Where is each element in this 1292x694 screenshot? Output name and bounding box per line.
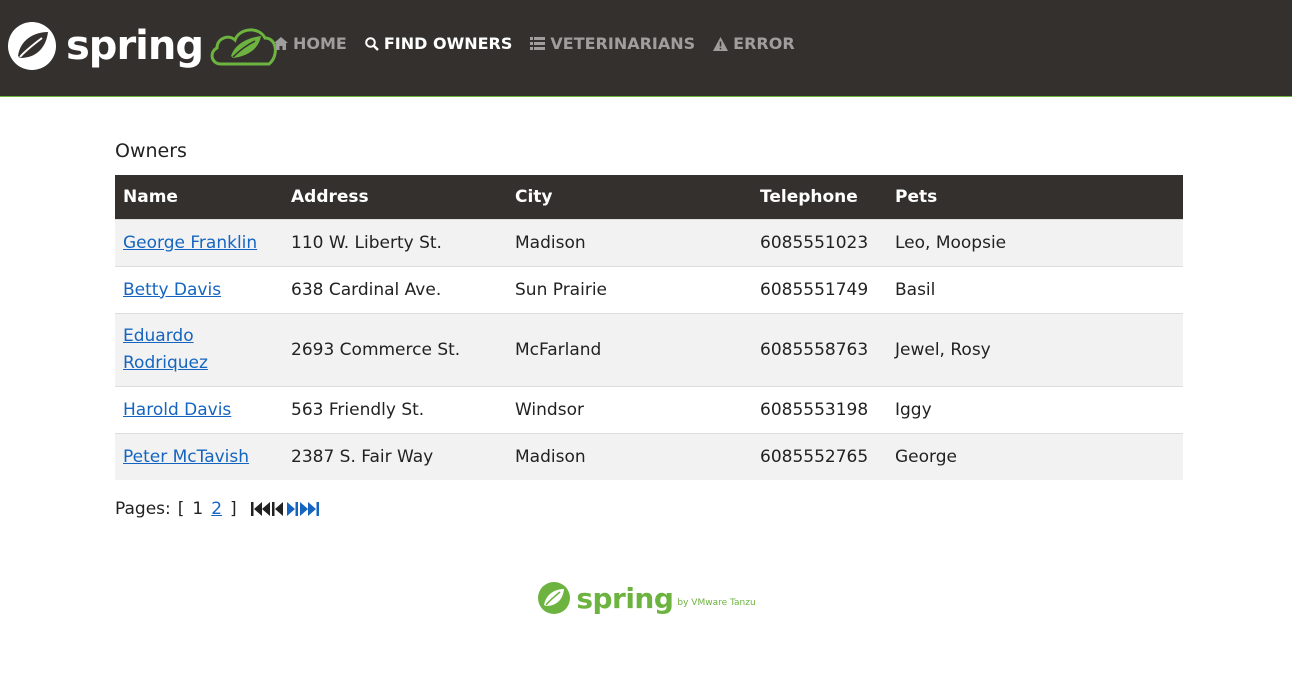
first-page-icon	[250, 501, 271, 517]
main-nav: HOME FIND OWNERS VETERINARIANS ERROR	[274, 34, 813, 53]
column-header-telephone: Telephone	[760, 187, 858, 207]
owner-name-cell: Peter McTavish	[115, 433, 283, 480]
pagination-label: Pages:	[115, 499, 171, 519]
owner-pets: Leo, Moopsie	[887, 219, 1183, 267]
pagination-open-bracket: [	[177, 499, 185, 519]
spring-cloud-leaf-icon	[210, 28, 277, 66]
owner-pets: Jewel, Rosy	[887, 313, 1183, 387]
owners-table: Name Address City Telephone Pets George …	[115, 175, 1183, 480]
owner-link[interactable]: Eduardo Rodriquez	[123, 326, 208, 373]
table-row: Harold Davis 563 Friendly St. Windsor 60…	[115, 386, 1183, 434]
owner-telephone: 6085551023	[752, 219, 887, 267]
spring-footer-logo-icon	[538, 582, 571, 614]
brand-logo[interactable]: spring	[6, 20, 281, 72]
main-content: Owners Name Address City Telephone Pets …	[115, 140, 1183, 519]
owner-pets: George	[887, 433, 1183, 480]
table-row: Peter McTavish 2387 S. Fair Way Madison …	[115, 433, 1183, 480]
nav-veterinarians[interactable]: VETERINARIANS	[530, 34, 695, 53]
pagination-close-bracket: ]	[230, 499, 237, 519]
owner-telephone: 6085558763	[752, 313, 887, 387]
owner-name-cell: Eduardo Rodriquez	[115, 313, 283, 387]
owner-pets: Iggy	[887, 386, 1183, 434]
owner-telephone: 6085551749	[752, 266, 887, 314]
column-header-name: Name	[123, 187, 178, 207]
top-navbar: spring HOME FIND OWNERS VETERINARIANS ER…	[0, 0, 1292, 97]
owner-name-cell: Betty Davis	[115, 266, 283, 314]
nav-home-label: HOME	[293, 34, 347, 53]
owner-address: 563 Friendly St.	[283, 386, 507, 434]
owner-link[interactable]: Betty Davis	[123, 280, 221, 300]
column-header-address: Address	[291, 187, 369, 207]
owner-city: Madison	[507, 219, 752, 267]
warning-icon	[713, 36, 729, 51]
previous-page-icon	[271, 501, 284, 517]
owner-city: Sun Prairie	[507, 266, 752, 314]
next-page-icon[interactable]	[286, 501, 298, 517]
owner-city: Madison	[507, 433, 752, 480]
owner-link[interactable]: Peter McTavish	[123, 447, 249, 467]
pagination: Pages: [ 1 2 ]	[115, 499, 1183, 519]
owner-telephone: 6085552765	[752, 433, 887, 480]
pagination-controls	[250, 501, 319, 517]
owner-telephone: 6085553198	[752, 386, 887, 434]
pagination-current-page: 1	[192, 499, 204, 519]
nav-find-owners-label: FIND OWNERS	[383, 34, 513, 53]
owner-pets: Basil	[887, 266, 1183, 314]
owner-address: 638 Cardinal Ave.	[283, 266, 507, 314]
column-header-city: City	[515, 187, 553, 207]
owner-name-cell: Harold Davis	[115, 386, 283, 434]
table-row: George Franklin 110 W. Liberty St. Madis…	[115, 219, 1183, 267]
owner-city: McFarland	[507, 313, 752, 387]
nav-find-owners[interactable]: FIND OWNERS	[365, 34, 513, 53]
spring-leaf-logo-icon	[8, 22, 56, 70]
column-header-pets: Pets	[895, 187, 938, 207]
home-icon	[274, 37, 288, 50]
brand-wordmark: spring	[66, 23, 204, 69]
last-page-icon[interactable]	[299, 501, 319, 517]
search-icon	[365, 36, 379, 51]
owner-address: 110 W. Liberty St.	[283, 219, 507, 267]
table-header-row: Name Address City Telephone Pets	[115, 175, 1183, 220]
owner-city: Windsor	[507, 386, 752, 434]
owner-link-line-1: Eduardo	[123, 326, 194, 346]
nav-home[interactable]: HOME	[274, 34, 347, 53]
table-row: Eduardo Rodriquez 2693 Commerce St. McFa…	[115, 313, 1183, 387]
owner-address: 2387 S. Fair Way	[283, 433, 507, 480]
nav-error[interactable]: ERROR	[713, 34, 795, 53]
footer-brand-wordmark: spring	[576, 581, 674, 615]
owner-link[interactable]: George Franklin	[123, 233, 257, 253]
list-icon	[530, 37, 546, 50]
table-row: Betty Davis 638 Cardinal Ave. Sun Prairi…	[115, 266, 1183, 314]
owner-link[interactable]: Harold Davis	[123, 400, 231, 420]
owner-name-cell: George Franklin	[115, 219, 283, 267]
page-title: Owners	[115, 140, 187, 162]
footer-byline: by VMware Tanzu	[677, 598, 756, 608]
pagination-page-2-link[interactable]: 2	[211, 499, 222, 519]
owner-address: 2693 Commerce St.	[283, 313, 507, 387]
owner-link-line-2: Rodriquez	[123, 353, 208, 373]
footer: spring by VMware Tanzu	[0, 580, 1292, 616]
nav-veterinarians-label: VETERINARIANS	[550, 34, 696, 53]
nav-error-label: ERROR	[733, 34, 795, 53]
